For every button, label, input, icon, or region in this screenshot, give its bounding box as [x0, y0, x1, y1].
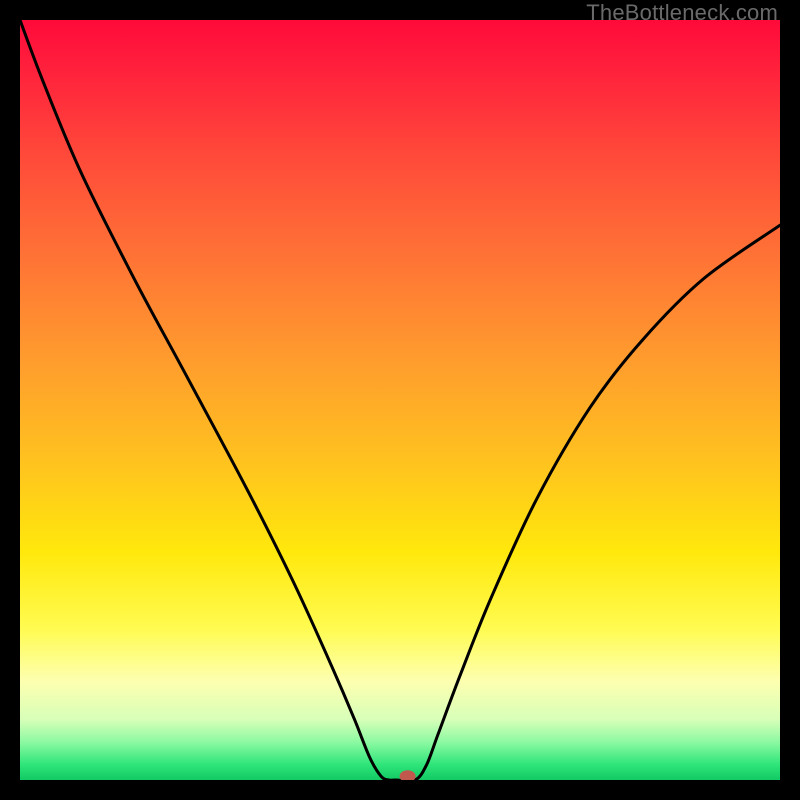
- optimal-point-marker: [400, 770, 416, 780]
- chart-frame: TheBottleneck.com: [0, 0, 800, 800]
- bottleneck-curve: [20, 20, 780, 780]
- watermark-text: TheBottleneck.com: [586, 0, 778, 26]
- bottleneck-curve-svg: [20, 20, 780, 780]
